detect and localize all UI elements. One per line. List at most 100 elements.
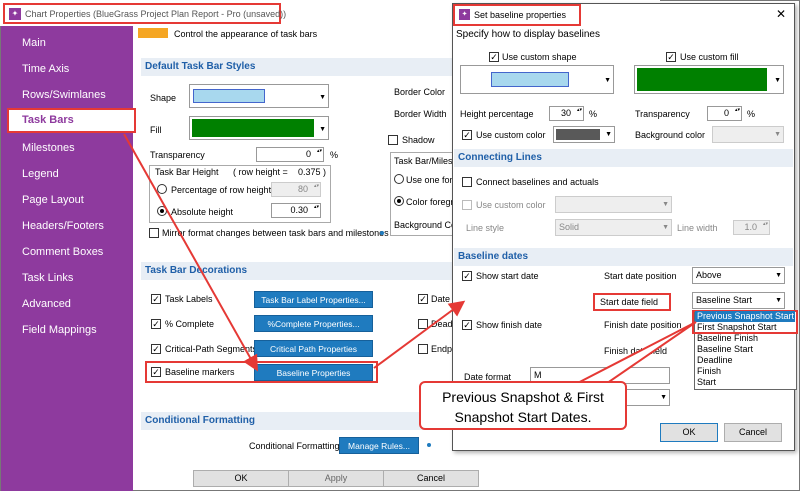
- sidebar-item-task-links[interactable]: Task Links: [22, 272, 73, 284]
- chevron-down-icon: ▼: [604, 77, 611, 84]
- start-pos-dropdown[interactable]: Above ▼: [692, 267, 785, 284]
- dropdown-option[interactable]: First Snapshot Start: [697, 322, 777, 333]
- styles-heading: Default Task Bar Styles: [141, 58, 455, 76]
- transparency-label: Transparency: [150, 150, 205, 160]
- sidebar-item-task-bars-label: Task Bars: [22, 114, 74, 126]
- critical-checkbox[interactable]: ✓: [151, 344, 161, 354]
- use-custom-color-checkbox[interactable]: ✓: [462, 130, 472, 140]
- use-one-radio[interactable]: [394, 174, 404, 184]
- color-fore-radio[interactable]: [394, 196, 404, 206]
- chevron-down-icon: ▼: [662, 201, 669, 208]
- dialog-subtitle: Specify how to display baselines: [456, 29, 600, 40]
- chevron-down-icon: ▼: [775, 272, 782, 279]
- mirror-checkbox[interactable]: [149, 228, 159, 238]
- sidebar-item-page-layout[interactable]: Page Layout: [22, 194, 84, 206]
- dropdown-option[interactable]: Deadline: [697, 355, 733, 366]
- use-one-label: Use one fore: [406, 175, 458, 185]
- border-color-label: Border Color: [394, 87, 446, 97]
- line-color-dropdown[interactable]: ▼: [555, 196, 672, 213]
- shape-dropdown[interactable]: ▼: [189, 84, 329, 108]
- chevron-down-icon: ▼: [774, 131, 781, 138]
- use-custom-color2-label: Use custom color: [476, 200, 546, 210]
- absolute-height-radio[interactable]: [157, 206, 167, 216]
- sidebar-item-legend[interactable]: Legend: [22, 168, 59, 180]
- date-l-checkbox[interactable]: ✓: [418, 294, 428, 304]
- deadline-checkbox[interactable]: [418, 319, 428, 329]
- chevron-down-icon: ▼: [774, 77, 781, 84]
- date-format-value: M: [534, 370, 542, 380]
- baseline-checkbox[interactable]: ✓: [151, 367, 161, 377]
- line-style-dropdown[interactable]: Solid ▼: [555, 219, 672, 236]
- date-format-dropdown-2[interactable]: ▼: [625, 389, 670, 406]
- endpoint-checkbox[interactable]: [418, 344, 428, 354]
- shape-swatch: [193, 89, 265, 103]
- sidebar-item-main[interactable]: Main: [22, 37, 46, 49]
- dropdown-option[interactable]: Baseline Start: [697, 344, 753, 355]
- info-dot-icon: [427, 443, 431, 447]
- dialog-transparency-label: Transparency: [635, 109, 690, 119]
- connect-checkbox[interactable]: [462, 177, 472, 187]
- pct-row-height-label: Percentage of row height: [171, 185, 272, 195]
- sidebar-item-headers-footers[interactable]: Headers/Footers: [22, 220, 104, 232]
- height-group-title: Task Bar Height: [155, 167, 219, 177]
- mirror-label: Mirror format changes between task bars …: [162, 228, 389, 238]
- connect-label: Connect baselines and actuals: [476, 177, 599, 187]
- fill-label: Fill: [150, 125, 162, 135]
- sidebar-item-time-axis[interactable]: Time Axis: [22, 63, 69, 75]
- dialog-shape-dropdown[interactable]: ▼: [460, 65, 614, 94]
- apply-button[interactable]: Apply: [288, 470, 384, 487]
- dialog-ok-button[interactable]: OK: [660, 423, 718, 442]
- absolute-height-spinner[interactable]: 0.30: [271, 203, 321, 218]
- line-style-value: Solid: [559, 222, 580, 232]
- pct-row-height-spinner[interactable]: 80: [271, 182, 321, 197]
- custom-color-dropdown[interactable]: ▼: [553, 126, 615, 143]
- use-custom-fill-label: Use custom fill: [680, 52, 739, 62]
- chevron-down-icon: ▼: [319, 126, 326, 133]
- show-finish-checkbox[interactable]: ✓: [462, 320, 472, 330]
- fill-dropdown[interactable]: ▼: [189, 116, 329, 140]
- background-color-dropdown[interactable]: ▼: [712, 126, 784, 143]
- shadow-checkbox[interactable]: [388, 135, 398, 145]
- main-window-title: Chart Properties (BlueGrass Project Plan…: [25, 9, 287, 19]
- critical-button[interactable]: Critical Path Properties: [254, 340, 373, 357]
- task-labels-button[interactable]: Task Bar Label Properties...: [254, 291, 373, 308]
- dialog-fill-dropdown[interactable]: ▼: [634, 65, 784, 94]
- show-start-checkbox[interactable]: ✓: [462, 271, 472, 281]
- dialog-transparency-spinner[interactable]: 0: [707, 106, 742, 121]
- manage-rules-button[interactable]: Manage Rules...: [339, 437, 419, 454]
- task-labels-checkbox[interactable]: ✓: [151, 294, 161, 304]
- start-pos-label: Start date position: [604, 271, 677, 281]
- pct-row-height-radio[interactable]: [157, 184, 167, 194]
- background-color-label: Background color: [635, 130, 706, 140]
- pct-complete-checkbox[interactable]: ✓: [151, 319, 161, 329]
- absolute-height-label: Absolute height: [171, 207, 234, 217]
- ok-button[interactable]: OK: [193, 470, 289, 487]
- use-custom-color2-checkbox[interactable]: [462, 200, 472, 210]
- use-custom-fill-checkbox[interactable]: ✓: [666, 52, 676, 62]
- pct-complete-button[interactable]: %Complete Properties...: [254, 315, 373, 332]
- sidebar-item-rows-swimlanes[interactable]: Rows/Swimlanes: [22, 89, 106, 101]
- dialog-cancel-button[interactable]: Cancel: [724, 423, 782, 442]
- sidebar-item-advanced[interactable]: Advanced: [22, 298, 71, 310]
- sidebar-item-field-mappings[interactable]: Field Mappings: [22, 324, 97, 336]
- cancel-button[interactable]: Cancel: [383, 470, 479, 487]
- sidebar-item-comment-boxes[interactable]: Comment Boxes: [22, 246, 103, 258]
- dialog-shape-swatch: [491, 72, 569, 87]
- critical-label: Critical-Path Segments: [165, 344, 258, 354]
- callout-pointer: [567, 321, 697, 389]
- dropdown-option[interactable]: Baseline Finish: [697, 333, 758, 344]
- height-pct-spinner[interactable]: 30: [549, 106, 584, 121]
- close-icon[interactable]: ✕: [776, 7, 786, 21]
- dropdown-option[interactable]: Previous Snapshot Start: [695, 311, 795, 322]
- connecting-heading: Connecting Lines: [454, 149, 793, 167]
- start-field-dropdown[interactable]: Baseline Start ▼: [692, 292, 785, 309]
- dropdown-option[interactable]: Finish: [697, 366, 721, 377]
- start-pos-value: Above: [696, 270, 722, 280]
- use-custom-shape-checkbox[interactable]: ✓: [489, 52, 499, 62]
- sidebar-item-milestones[interactable]: Milestones: [22, 142, 75, 154]
- decorations-heading: Task Bar Decorations: [141, 262, 455, 280]
- baseline-properties-button[interactable]: Baseline Properties: [254, 364, 373, 381]
- callout-line1: Previous Snapshot & First: [442, 389, 604, 405]
- line-width-spinner[interactable]: 1.0: [733, 220, 770, 235]
- transparency-spinner[interactable]: 0: [256, 147, 324, 162]
